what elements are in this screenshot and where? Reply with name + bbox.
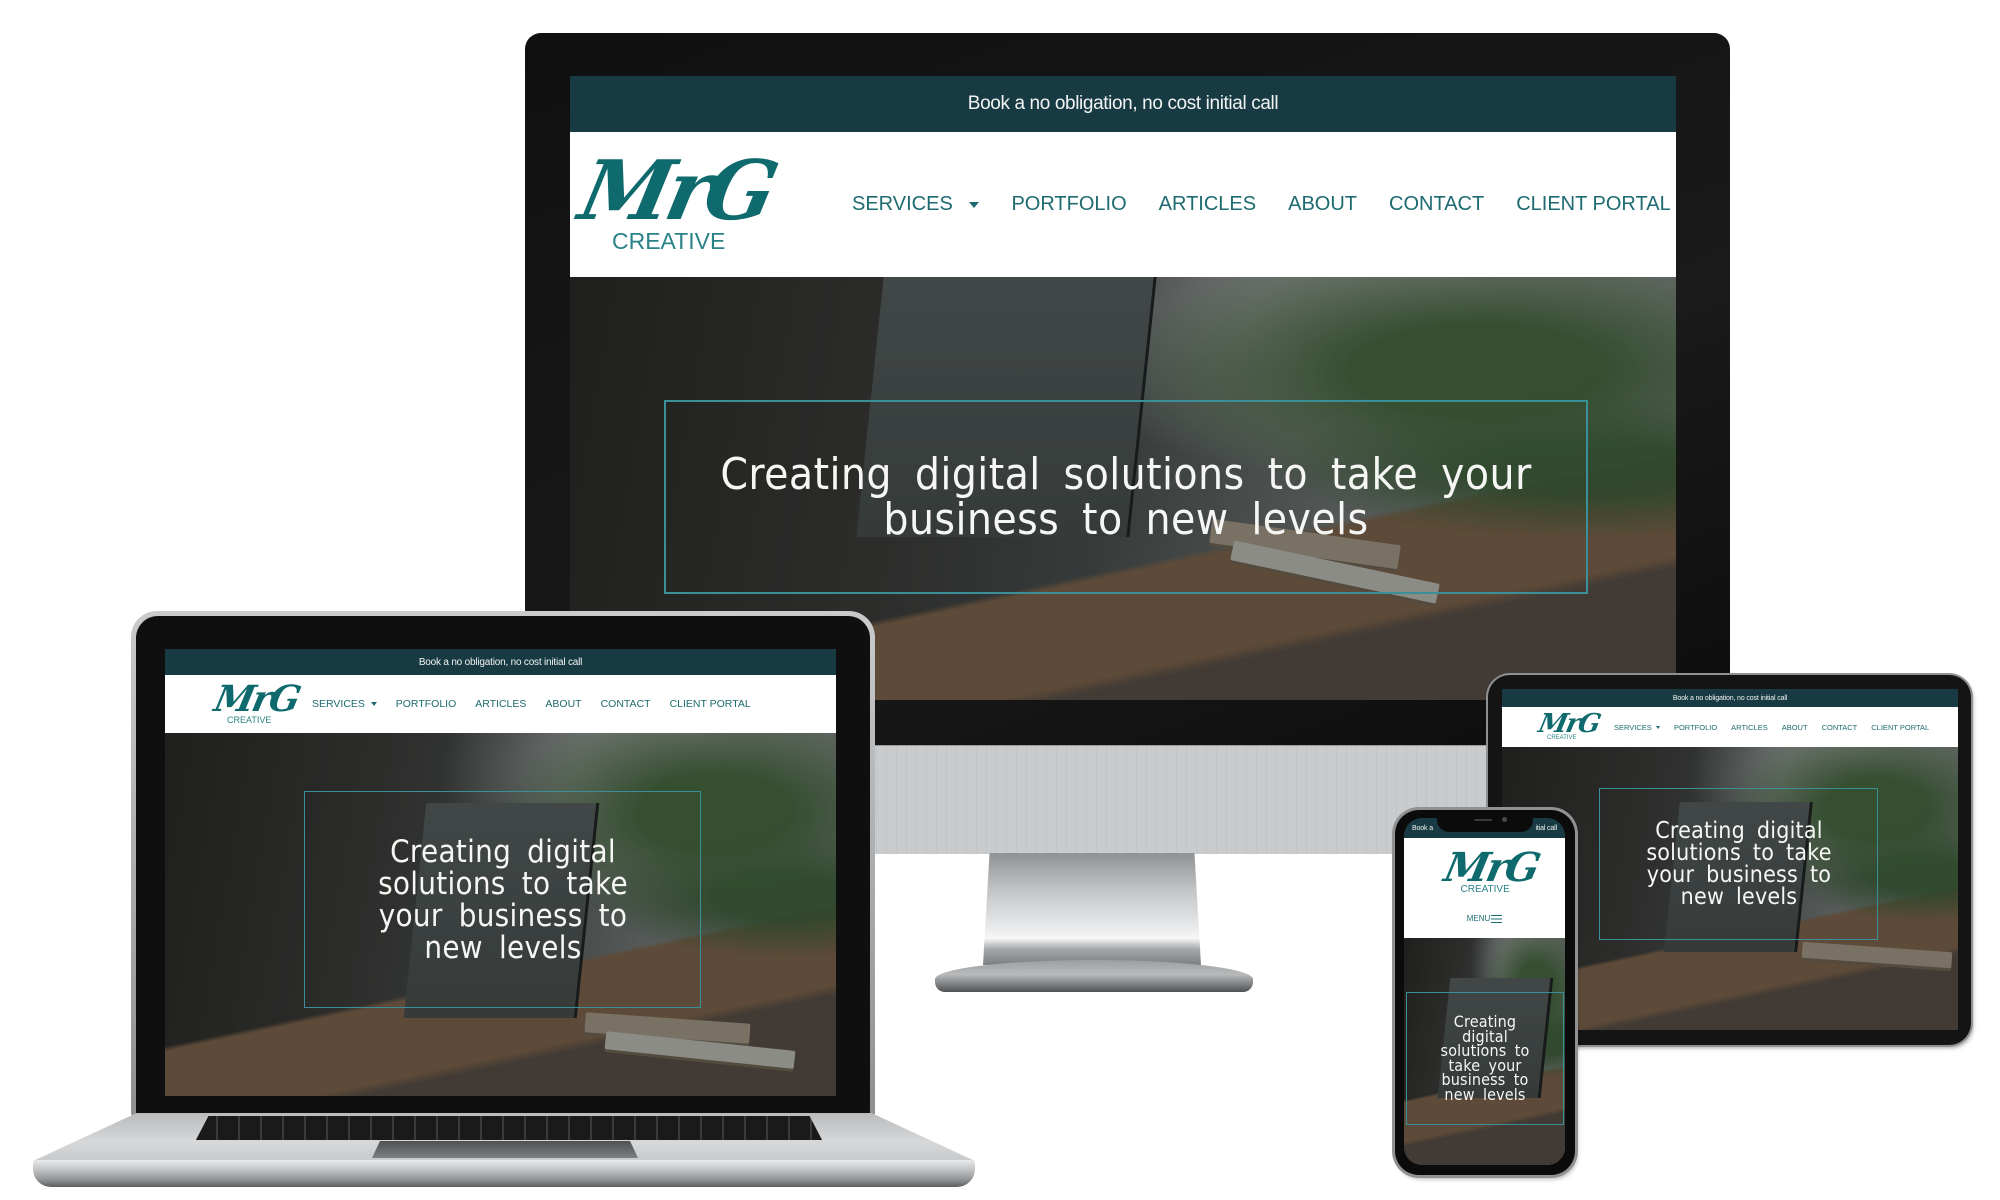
site-header: MrG CREATIVE SERVICES PORTFOLIO ARTICLES… [570, 132, 1676, 277]
hero-headline-box: Creating digital solutions to take your … [1599, 788, 1878, 940]
hero-section: Creating digital solutions to take your … [1404, 938, 1565, 1165]
logo-subtitle: CREATIVE [1460, 884, 1510, 895]
nav-item-articles[interactable]: ARTICLES [1159, 193, 1256, 216]
main-nav: SERVICES PORTFOLIO ARTICLES ABOUT CONTAC… [1614, 723, 1929, 732]
phone-website: Book a itial call MrG CREATIVE MENU Crea… [1404, 818, 1565, 1165]
monitor-website: Book a no obligation, no cost initial ca… [570, 76, 1676, 700]
announcement-text[interactable]: Book a no obligation, no cost initial ca… [968, 93, 1279, 115]
nav-item-contact[interactable]: CONTACT [1389, 193, 1484, 216]
laptop-keyboard [196, 1116, 822, 1140]
nav-item-about[interactable]: ABOUT [545, 698, 581, 710]
announcement-text[interactable]: Book a no obligation, no cost initial ca… [419, 657, 583, 668]
main-nav: SERVICES PORTFOLIO ARTICLES ABOUT CONTAC… [852, 193, 1671, 216]
hero-headline-box: Creating digital solutions to take your … [1406, 992, 1564, 1125]
laptop-front-edge [33, 1160, 975, 1187]
nav-item-portfolio[interactable]: PORTFOLIO [396, 698, 456, 710]
logo-subtitle: CREATIVE [1547, 735, 1577, 741]
hero-headline-box: Creating digital solutions to take your … [664, 400, 1588, 594]
hero-headline: Creating digital solutions to take your … [377, 833, 628, 966]
logo-script: MrG [1439, 844, 1542, 891]
nav-item-contact[interactable]: CONTACT [1822, 723, 1858, 732]
caret-down-icon[interactable] [969, 201, 980, 208]
laptop-website: Book a no obligation, no cost initial ca… [165, 649, 836, 1096]
nav-item-articles[interactable]: ARTICLES [475, 698, 526, 710]
announcement-bar[interactable]: Book a no obligation, no cost initial ca… [165, 649, 836, 675]
nav-label: SERVICES [852, 193, 953, 215]
announcement-text-right[interactable]: itial call [1535, 825, 1557, 832]
logo-script: MrG [1535, 709, 1603, 739]
monitor-stand-neck [983, 853, 1201, 965]
nav-item-client-portal[interactable]: CLIENT PORTAL [1516, 193, 1671, 216]
menu-label: MENU [1466, 914, 1491, 923]
nav-label: SERVICES [312, 698, 365, 710]
nav-item-client-portal[interactable]: CLIENT PORTAL [1871, 723, 1929, 732]
nav-item-services[interactable]: SERVICES [1614, 723, 1660, 732]
announcement-bar[interactable]: Book a no obligation, no cost initial ca… [1502, 689, 1958, 707]
hamburger-icon [1491, 914, 1503, 923]
brand-logo[interactable]: MrG CREATIVE [1535, 709, 1603, 743]
nav-item-contact[interactable]: CONTACT [601, 698, 651, 710]
mobile-menu-toggle[interactable]: MENU [1467, 914, 1503, 923]
hero-headline: Creating digital solutions to take your … [720, 449, 1532, 545]
brand-logo[interactable]: MrG CREATIVE [572, 143, 782, 260]
nav-item-articles[interactable]: ARTICLES [1731, 723, 1768, 732]
brand-logo[interactable]: MrG CREATIVE [1440, 844, 1542, 900]
nav-item-portfolio[interactable]: PORTFOLIO [1674, 723, 1717, 732]
nav-item-client-portal[interactable]: CLIENT PORTAL [670, 698, 751, 710]
phone-camera [1502, 817, 1507, 822]
announcement-text-left[interactable]: Book a [1412, 825, 1433, 832]
nav-item-services[interactable]: SERVICES [852, 193, 980, 216]
caret-down-icon[interactable] [1655, 726, 1660, 730]
monitor-stand-base [935, 960, 1253, 992]
hero-headline: Creating digital solutions to take your … [1440, 1012, 1530, 1104]
site-header: MrG CREATIVE SERVICES PORTFOLIO ARTICLES… [165, 675, 836, 733]
main-nav: SERVICES PORTFOLIO ARTICLES ABOUT CONTAC… [312, 698, 751, 710]
announcement-text[interactable]: Book a no obligation, no cost initial ca… [1673, 695, 1788, 702]
caret-down-icon[interactable] [370, 702, 377, 707]
phone-speaker [1474, 819, 1492, 821]
hero-headline: Creating digital solutions to take your … [1645, 818, 1832, 910]
phone-notch [1437, 812, 1533, 832]
hero-headline-box: Creating digital solutions to take your … [304, 791, 701, 1008]
nav-item-about[interactable]: ABOUT [1782, 723, 1808, 732]
site-header: MrG CREATIVE MENU [1404, 838, 1565, 938]
logo-script: MrG [210, 678, 303, 720]
site-header: MrG CREATIVE SERVICES PORTFOLIO ARTICLES… [1502, 707, 1958, 747]
hero-section: Creating digital solutions to take your … [165, 733, 836, 1096]
logo-script: MrG [571, 142, 782, 239]
nav-label: SERVICES [1614, 722, 1652, 732]
announcement-bar[interactable]: Book a no obligation, no cost initial ca… [570, 76, 1676, 132]
laptop-trackpad [372, 1141, 638, 1158]
logo-subtitle: CREATIVE [227, 715, 272, 725]
logo-subtitle: CREATIVE [612, 227, 726, 254]
nav-item-services[interactable]: SERVICES [312, 698, 377, 710]
nav-item-portfolio[interactable]: PORTFOLIO [1011, 193, 1126, 216]
brand-logo[interactable]: MrG CREATIVE [211, 678, 303, 727]
nav-item-about[interactable]: ABOUT [1288, 193, 1357, 216]
